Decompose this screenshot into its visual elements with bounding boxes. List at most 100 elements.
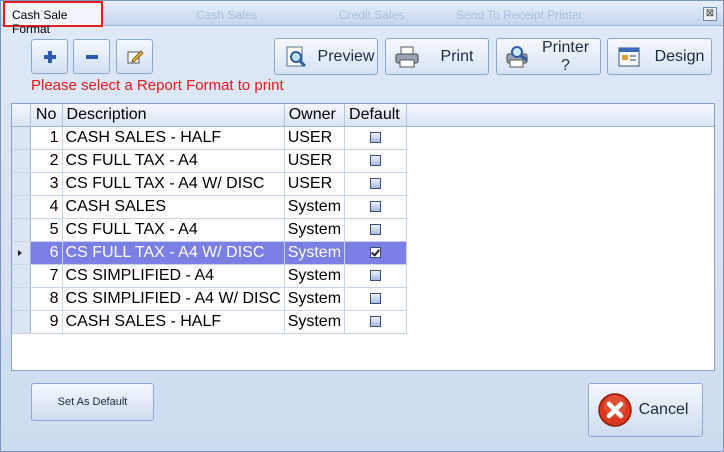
- row-indicator[interactable]: [12, 149, 31, 173]
- cell-filler: [406, 241, 714, 265]
- cell-filler: [406, 310, 714, 334]
- instruction-message: Please select a Report Format to print: [31, 77, 284, 94]
- edit-format-button[interactable]: [116, 39, 153, 74]
- cell-no: 1: [30, 126, 63, 150]
- cell-owner: System: [284, 310, 346, 334]
- print-label: Print: [440, 47, 474, 65]
- cell-filler: [406, 126, 714, 150]
- default-checkbox[interactable]: [369, 132, 381, 144]
- cell-description: CS SIMPLIFIED - A4 W/ DISC: [62, 287, 285, 311]
- row-indicator[interactable]: [12, 218, 31, 242]
- design-icon: [616, 45, 642, 69]
- table-row[interactable]: 6 CS FULL TAX - A4 W/ DISC System: [12, 241, 714, 265]
- grid-body: 1 CASH SALES - HALF USER 2 CS FULL TAX - A4 U…: [12, 126, 714, 334]
- cell-no: 8: [30, 287, 63, 311]
- cell-owner: System: [284, 218, 346, 242]
- cell-default: [344, 172, 407, 196]
- ghost-tab-credit-sales: Credit Sales: [339, 8, 405, 22]
- cell-no: 7: [30, 264, 63, 288]
- cell-description: CS SIMPLIFIED - A4: [62, 264, 285, 288]
- cell-filler: [406, 218, 714, 242]
- column-header-description[interactable]: Description: [62, 104, 285, 127]
- cell-no: 5: [30, 218, 63, 242]
- table-row[interactable]: 2 CS FULL TAX - A4 USER: [12, 149, 714, 173]
- cancel-label: Cancel: [638, 401, 689, 418]
- printer-icon: [394, 45, 420, 69]
- column-header-filler: [406, 104, 714, 127]
- default-checkbox[interactable]: [369, 270, 381, 282]
- row-indicator[interactable]: [12, 310, 31, 334]
- cell-owner: System: [284, 195, 346, 219]
- cell-default: [344, 310, 407, 334]
- table-row[interactable]: 4 CASH SALES System: [12, 195, 714, 219]
- row-indicator[interactable]: [12, 241, 31, 265]
- plus-icon: [43, 50, 56, 63]
- row-indicator[interactable]: [12, 264, 31, 288]
- row-indicator[interactable]: [12, 172, 31, 196]
- title-bar: Cash Sale Format Cash Sales Credit Sales…: [1, 1, 723, 36]
- cell-no: 2: [30, 149, 63, 173]
- cell-description: CASH SALES - HALF: [62, 310, 285, 334]
- design-button[interactable]: Design: [607, 38, 712, 75]
- cell-filler: [406, 195, 714, 219]
- table-row[interactable]: 1 CASH SALES - HALF USER: [12, 126, 714, 150]
- default-checkbox[interactable]: [369, 201, 381, 213]
- add-format-button[interactable]: [31, 39, 68, 74]
- default-checkbox[interactable]: [369, 155, 381, 167]
- default-checkbox[interactable]: [369, 224, 381, 236]
- report-format-table: No Description Owner Default 1 CASH SALES…: [12, 104, 714, 334]
- cell-default: [344, 264, 407, 288]
- cell-no: 9: [30, 310, 63, 334]
- printer-setup-button[interactable]: Printer ?: [496, 38, 601, 75]
- set-as-default-button[interactable]: Set As Default: [31, 383, 154, 421]
- cell-filler: [406, 172, 714, 196]
- column-header-default[interactable]: Default: [344, 104, 407, 127]
- report-format-grid[interactable]: No Description Owner Default 1 CASH SALES…: [11, 103, 715, 371]
- column-header-no[interactable]: No: [30, 104, 63, 127]
- cell-filler: [406, 264, 714, 288]
- cell-default: [344, 218, 407, 242]
- edit-icon: [127, 49, 144, 63]
- table-row[interactable]: 9 CASH SALES - HALF System: [12, 310, 714, 334]
- cell-default: [344, 195, 407, 219]
- window-title: Cash Sale Format: [12, 8, 68, 36]
- remove-format-button[interactable]: [73, 39, 110, 74]
- cell-owner: System: [284, 287, 346, 311]
- table-row[interactable]: 8 CS SIMPLIFIED - A4 W/ DISC System: [12, 287, 714, 311]
- table-row[interactable]: 3 CS FULL TAX - A4 W/ DISC USER: [12, 172, 714, 196]
- print-button[interactable]: Print: [385, 38, 489, 75]
- row-indicator[interactable]: [12, 195, 31, 219]
- cell-description: CS FULL TAX - A4 W/ DISC: [62, 172, 285, 196]
- cell-owner: USER: [284, 172, 346, 196]
- preview-button[interactable]: Preview: [274, 38, 378, 75]
- table-row[interactable]: 7 CS SIMPLIFIED - A4 System: [12, 264, 714, 288]
- row-indicator[interactable]: [12, 126, 31, 150]
- table-row[interactable]: 5 CS FULL TAX - A4 System: [12, 218, 714, 242]
- grid-header-row: No Description Owner Default: [12, 104, 714, 127]
- cell-default: [344, 126, 407, 150]
- cell-owner: System: [284, 241, 346, 265]
- cell-no: 3: [30, 172, 63, 196]
- cell-default: [344, 241, 407, 265]
- cell-description: CASH SALES - HALF: [62, 126, 285, 150]
- default-checkbox[interactable]: [369, 293, 381, 305]
- printer-search-icon: [505, 45, 531, 69]
- row-indicator-header: [12, 104, 31, 127]
- cell-owner: System: [284, 264, 346, 288]
- current-row-arrow-icon: [18, 250, 22, 256]
- cell-no: 6: [30, 241, 63, 265]
- title-highlight: Cash Sale Format: [3, 1, 103, 36]
- cell-description: CS FULL TAX - A4: [62, 149, 285, 173]
- close-button[interactable]: ⊠: [703, 7, 717, 21]
- default-checkbox[interactable]: [369, 316, 381, 328]
- cancel-button[interactable]: Cancel: [588, 383, 703, 437]
- cancel-icon: [597, 392, 633, 428]
- cell-default: [344, 287, 407, 311]
- row-indicator[interactable]: [12, 287, 31, 311]
- printer-setup-label: Printer ?: [541, 38, 590, 74]
- default-checkbox[interactable]: [369, 247, 381, 259]
- cell-default: [344, 149, 407, 173]
- column-header-owner[interactable]: Owner: [284, 104, 346, 127]
- default-checkbox[interactable]: [369, 178, 381, 190]
- ghost-tab-cash-sales: Cash Sales: [196, 8, 258, 22]
